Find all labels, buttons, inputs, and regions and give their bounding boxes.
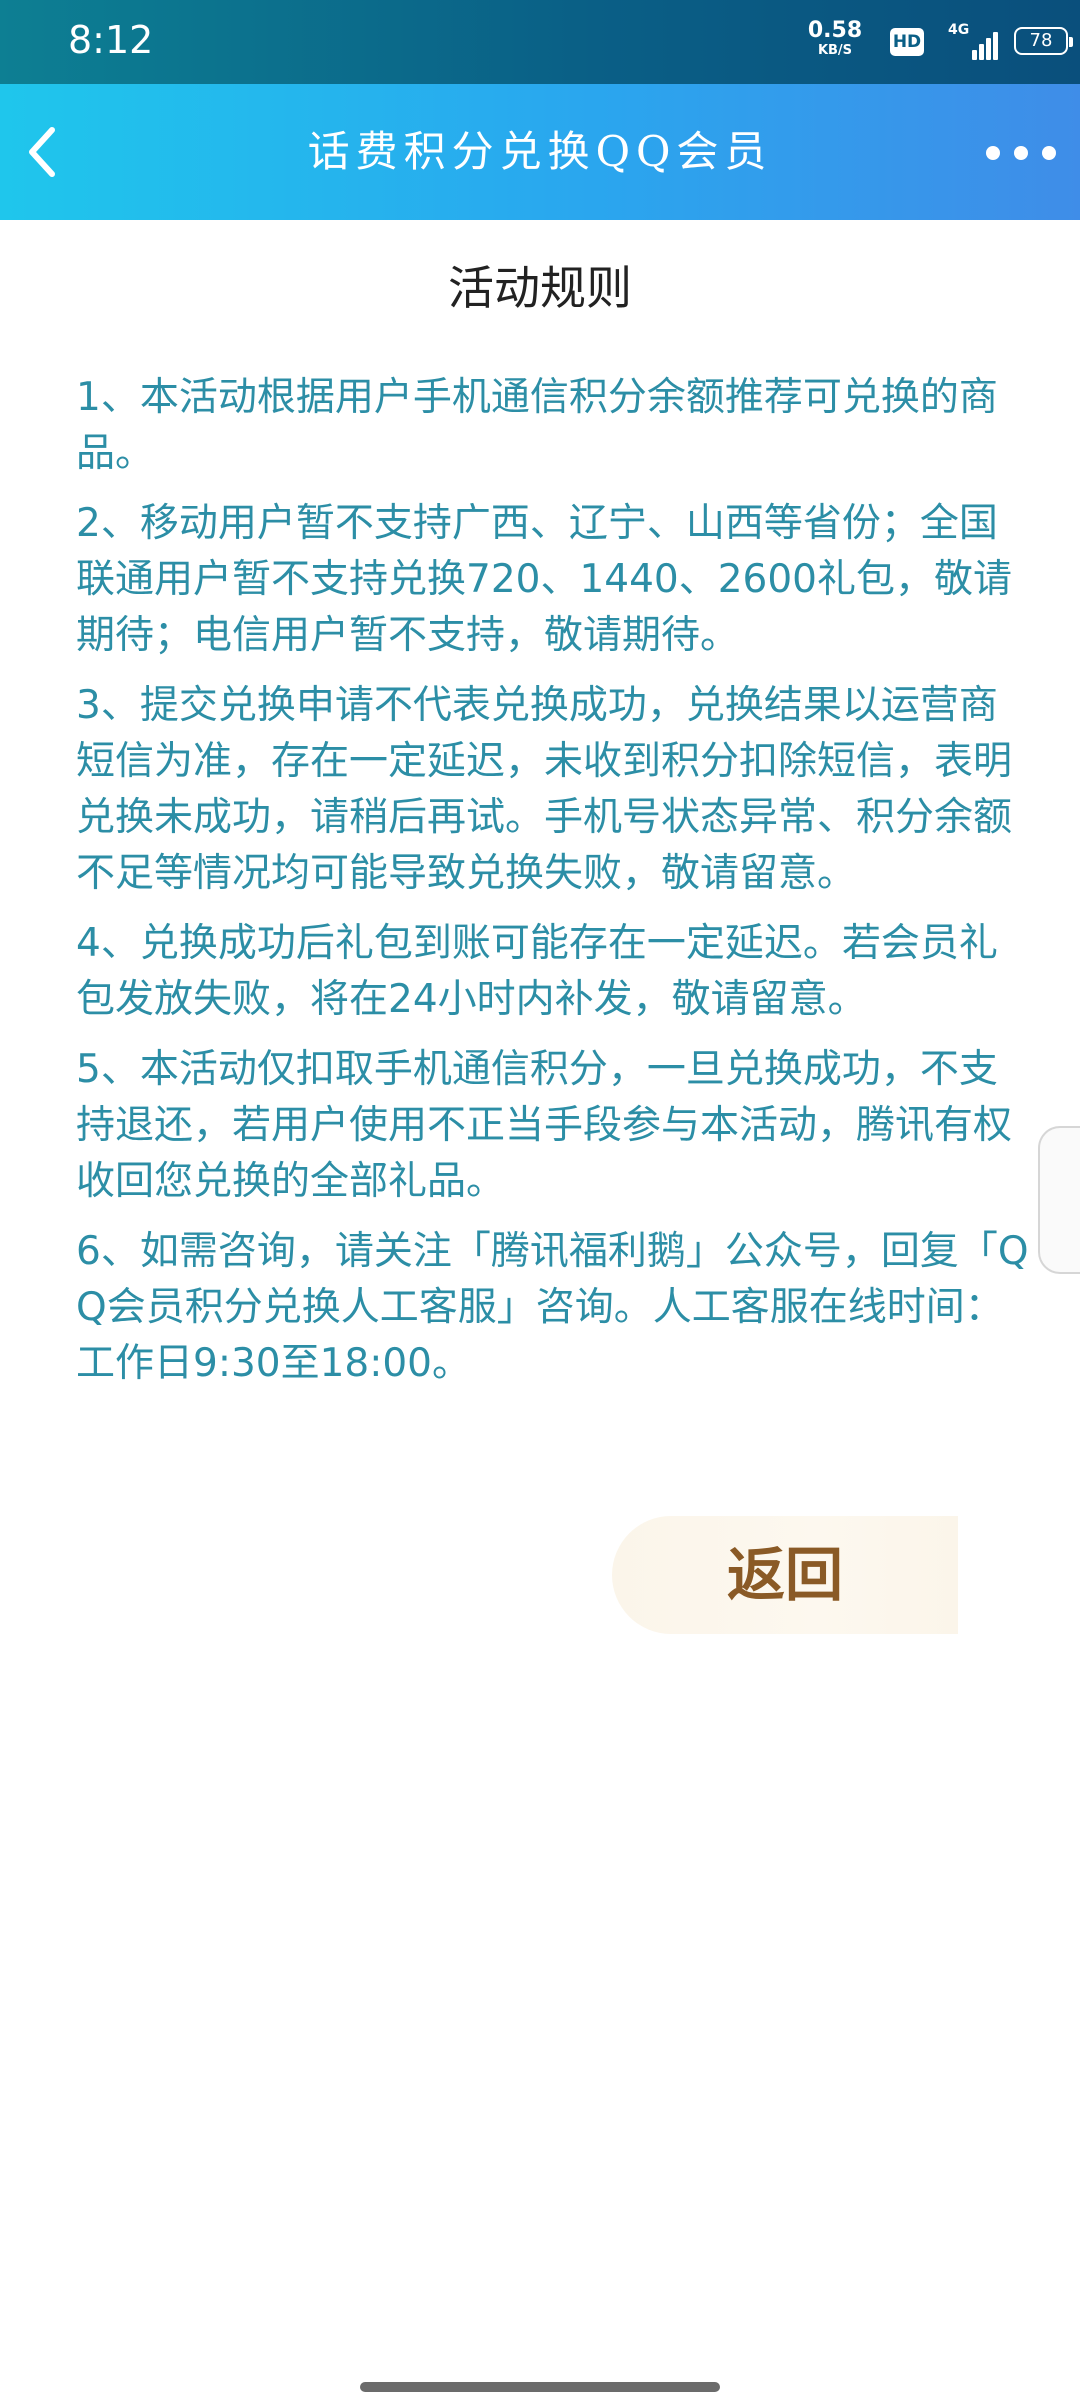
signal-bar — [986, 38, 991, 60]
network-type-label: 4G — [948, 22, 970, 38]
nav-bar: 话费积分兑换QQ会员 — [0, 84, 1080, 220]
signal-bar — [979, 44, 984, 60]
dot — [1014, 146, 1028, 160]
rule-item: 2、移动用户暂不支持广西、辽宁、山西等省份；全国联通用户暂不支持兑换720、14… — [76, 501, 1012, 658]
rule-item: 3、提交兑换申请不代表兑换成功，兑换结果以运营商短信为准，存在一定延迟，未收到积… — [76, 683, 1013, 896]
rule-item: 6、如需咨询，请关注「腾讯福利鹅」公众号，回复「QQ会员积分兑换人工客服」咨询。… — [76, 1229, 1029, 1386]
network-speed-value: 0.58 — [807, 18, 863, 43]
signal-bar — [993, 32, 998, 60]
dot — [1042, 146, 1056, 160]
rules-list: 1、本活动根据用户手机通信积分余额推荐可兑换的商品。 2、移动用户暂不支持广西、… — [76, 370, 1036, 1406]
signal-icon: 4G — [948, 22, 998, 62]
signal-bar — [972, 50, 977, 60]
hd-icon: HD — [890, 28, 924, 56]
home-indicator[interactable] — [360, 2382, 720, 2392]
side-edge-handle[interactable] — [1038, 1126, 1080, 1274]
battery-icon: 78 — [1014, 27, 1073, 55]
network-speed-unit: KB/S — [817, 43, 853, 58]
more-dots-icon[interactable] — [982, 132, 1062, 172]
return-button[interactable]: 返回 — [612, 1516, 958, 1634]
page-title: 话费积分兑换QQ会员 — [307, 127, 773, 176]
rule-item: 4、兑换成功后礼包到账可能存在一定延迟。若会员礼包发放失败，将在24小时内补发，… — [76, 921, 998, 1022]
status-indicators: 0.58 KB/S HD 4G 78 — [720, 0, 1080, 84]
status-bar: 8:12 0.58 KB/S HD 4G 78 — [0, 0, 1080, 84]
status-time: 8:12 — [68, 18, 154, 62]
dot — [986, 146, 1000, 160]
return-button-label: 返回 — [726, 1541, 843, 1609]
network-speed: 0.58 KB/S — [804, 18, 866, 58]
rules-title: 活动规则 — [448, 261, 632, 315]
rule-item: 1、本活动根据用户手机通信积分余额推荐可兑换的商品。 — [76, 375, 998, 476]
rule-item: 5、本活动仅扣取手机通信积分，一旦兑换成功，不支持退还，若用户使用不正当手段参与… — [76, 1047, 1013, 1204]
